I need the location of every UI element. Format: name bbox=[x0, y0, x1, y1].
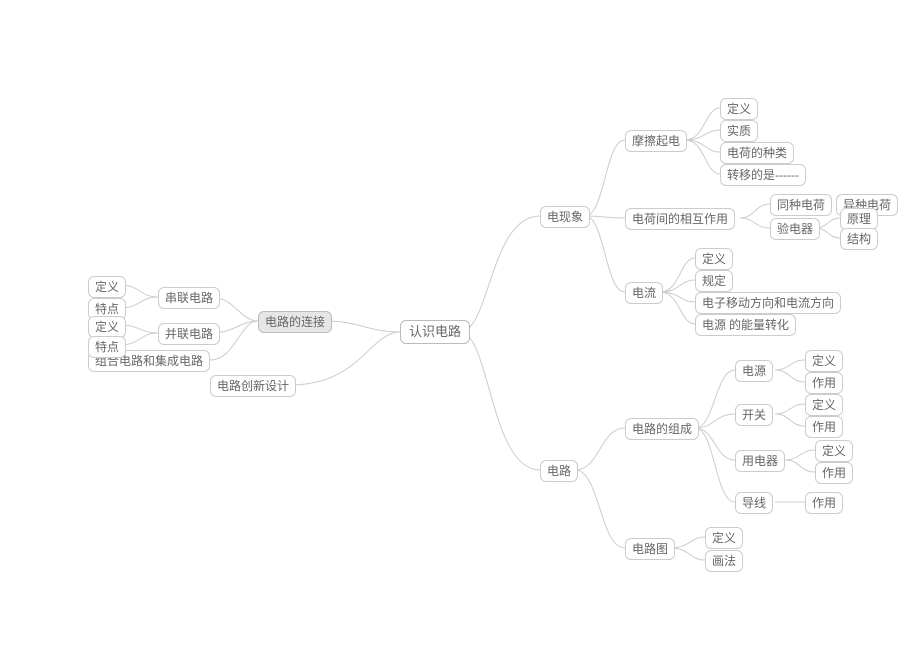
node-current-direction[interactable]: 电子移动方向和电流方向 bbox=[695, 292, 841, 314]
node-transfer[interactable]: 转移的是------ bbox=[720, 164, 806, 186]
node-switch[interactable]: 开关 bbox=[735, 404, 773, 426]
node-electroscope-principle[interactable]: 原理 bbox=[840, 208, 878, 230]
node-charge-interaction[interactable]: 电荷间的相互作用 bbox=[625, 208, 735, 230]
node-source[interactable]: 电源 bbox=[735, 360, 773, 382]
node-current-def[interactable]: 定义 bbox=[695, 248, 733, 270]
node-charge-types[interactable]: 电荷的种类 bbox=[720, 142, 794, 164]
node-series-circuit[interactable]: 串联电路 bbox=[158, 287, 220, 309]
node-device-role[interactable]: 作用 bbox=[815, 462, 853, 484]
node-friction[interactable]: 摩擦起电 bbox=[625, 130, 687, 152]
node-diagram-draw[interactable]: 画法 bbox=[705, 550, 743, 572]
node-electroscope[interactable]: 验电器 bbox=[770, 218, 820, 240]
node-switch-def[interactable]: 定义 bbox=[805, 394, 843, 416]
node-device-def[interactable]: 定义 bbox=[815, 440, 853, 462]
node-diagram-def[interactable]: 定义 bbox=[705, 527, 743, 549]
node-electroscope-structure[interactable]: 结构 bbox=[840, 228, 878, 250]
node-wire[interactable]: 导线 bbox=[735, 492, 773, 514]
node-current-rule[interactable]: 规定 bbox=[695, 270, 733, 292]
node-friction-nature[interactable]: 实质 bbox=[720, 120, 758, 142]
node-parallel-def[interactable]: 定义 bbox=[88, 316, 126, 338]
node-device[interactable]: 用电器 bbox=[735, 450, 785, 472]
node-diagram[interactable]: 电路图 bbox=[625, 538, 675, 560]
node-current[interactable]: 电流 bbox=[625, 282, 663, 304]
node-parallel-circuit[interactable]: 并联电路 bbox=[158, 323, 220, 345]
root-node[interactable]: 认识电路 bbox=[400, 320, 470, 344]
node-series-def[interactable]: 定义 bbox=[88, 276, 126, 298]
node-same-charge[interactable]: 同种电荷 bbox=[770, 194, 832, 216]
node-switch-role[interactable]: 作用 bbox=[805, 416, 843, 438]
node-source-def[interactable]: 定义 bbox=[805, 350, 843, 372]
node-electric-phenomena[interactable]: 电现象 bbox=[540, 206, 590, 228]
node-circuit[interactable]: 电路 bbox=[540, 460, 578, 482]
node-friction-def[interactable]: 定义 bbox=[720, 98, 758, 120]
node-current-energy[interactable]: 电源 的能量转化 bbox=[695, 314, 796, 336]
node-source-role[interactable]: 作用 bbox=[805, 372, 843, 394]
node-circuit-connection[interactable]: 电路的连接 bbox=[258, 311, 332, 333]
node-composition[interactable]: 电路的组成 bbox=[625, 418, 699, 440]
node-parallel-char[interactable]: 特点 bbox=[88, 336, 126, 358]
node-wire-role[interactable]: 作用 bbox=[805, 492, 843, 514]
node-circuit-innovation[interactable]: 电路创新设计 bbox=[210, 375, 296, 397]
